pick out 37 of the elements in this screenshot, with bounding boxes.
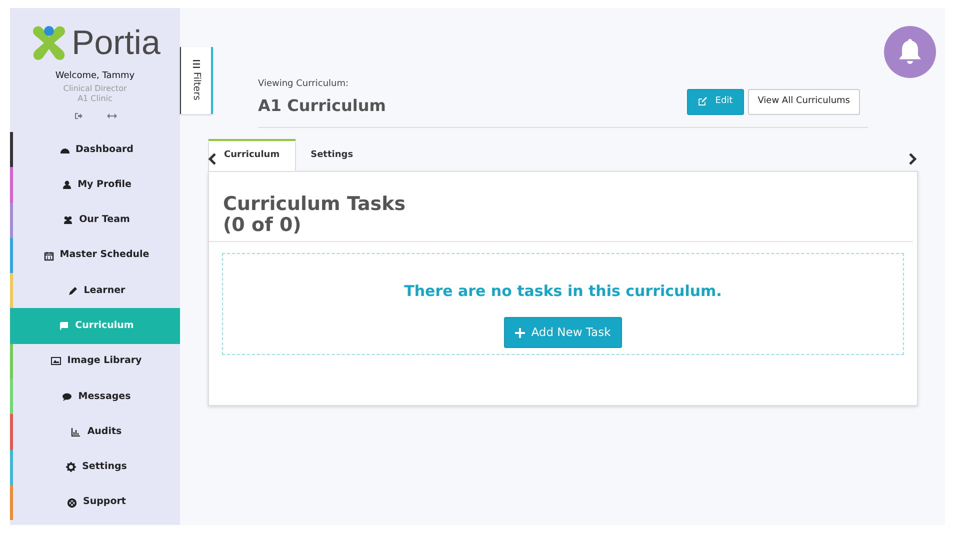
menu-icon: [192, 60, 200, 68]
empty-message: There are no tasks in this curriculum.: [404, 281, 722, 302]
edit-icon: [698, 97, 708, 106]
sidebar-item[interactable]: Support: [10, 484, 180, 520]
sidebar-item[interactable]: Image Library: [10, 344, 180, 380]
filters-tab[interactable]: Filters: [180, 47, 213, 114]
double-arrow-icon[interactable]: [106, 112, 116, 120]
tab[interactable]: Settings: [296, 139, 368, 171]
sidebar-item[interactable]: Audits: [10, 414, 180, 450]
caption-text: Viewing Curriculum:: [258, 78, 350, 91]
tab[interactable]: Curriculum: [208, 139, 296, 171]
sidebar-item[interactable]: Messages: [10, 379, 180, 414]
logout-icon[interactable]: [74, 112, 82, 120]
sidebar-item[interactable]: Dashboard: [10, 132, 180, 168]
sidebar-item[interactable]: Settings: [10, 450, 180, 485]
welcome-text: Welcome, Tammy: [55, 70, 135, 83]
sidebar-item[interactable]: Master Schedule: [10, 238, 180, 274]
pencil-icon: [68, 286, 78, 296]
chevron-right-icon[interactable]: [908, 153, 917, 165]
image-icon: [51, 356, 62, 366]
chevron-left-icon[interactable]: [208, 153, 217, 165]
speech-bubble-icon: [62, 392, 72, 402]
notification-bell-icon[interactable]: [884, 26, 936, 78]
logo-text: Portia: [72, 26, 160, 60]
page-title: A1 Curriculum: [258, 96, 387, 115]
role-text: Clinical Director: [63, 84, 127, 94]
sidebar-item[interactable]: My Profile: [10, 167, 180, 203]
card-title: Curriculum Tasks (0 of 0): [209, 172, 913, 242]
sidebar-item[interactable]: Our Team: [10, 202, 180, 238]
gear-icon: [66, 462, 76, 472]
calendar-icon: [44, 250, 54, 261]
bar-chart-icon: [71, 427, 82, 438]
user-icon: [62, 180, 72, 190]
clinic-text: A1 Clinic: [78, 94, 112, 104]
life-ring-icon: [67, 498, 78, 508]
plus-icon: [515, 328, 526, 338]
view-all-button[interactable]: View All Curriculums: [748, 89, 860, 115]
